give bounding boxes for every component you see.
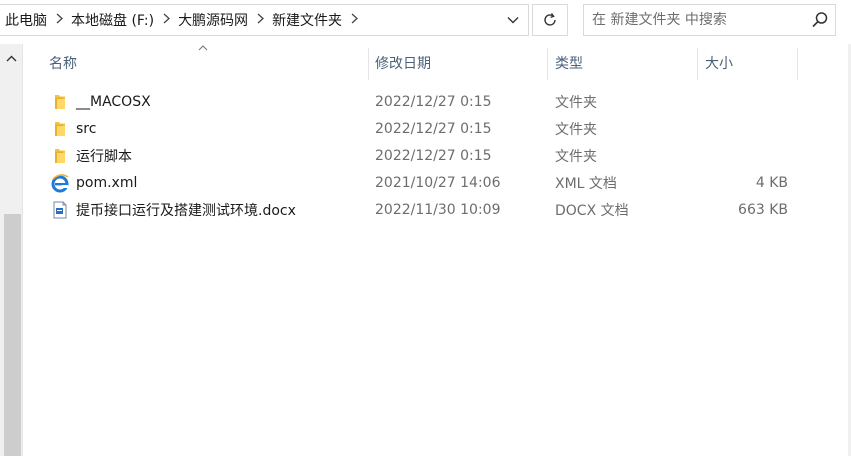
file-size: 663 KB xyxy=(738,201,788,218)
file-type: DOCX 文档 xyxy=(555,202,629,219)
column-divider[interactable] xyxy=(547,48,548,80)
chevron-right-icon[interactable] xyxy=(55,13,63,27)
ie-xml-icon xyxy=(51,174,69,193)
list-item[interactable]: __MACOSX 2022/12/27 0:15 文件夹 xyxy=(23,88,823,115)
refresh-button[interactable] xyxy=(532,4,568,36)
column-header: 名称 修改日期 类型 大小 xyxy=(23,44,851,82)
navigation-pane xyxy=(0,44,23,456)
refresh-icon xyxy=(544,13,556,26)
sort-ascending-icon xyxy=(198,44,208,54)
list-item[interactable]: 运行脚本 2022/12/27 0:15 文件夹 xyxy=(23,142,823,169)
column-divider[interactable] xyxy=(368,48,369,80)
column-size[interactable]: 大小 xyxy=(705,44,733,82)
file-type: 文件夹 xyxy=(555,148,597,165)
search-input[interactable] xyxy=(592,10,797,30)
chevron-right-icon[interactable] xyxy=(350,13,358,27)
file-type: XML 文档 xyxy=(555,175,617,192)
search-box[interactable] xyxy=(583,4,836,36)
folder-icon xyxy=(55,95,65,109)
search-icon[interactable] xyxy=(811,11,829,29)
file-name: 运行脚本 xyxy=(76,148,132,165)
folder-icon xyxy=(55,149,65,163)
chevron-down-icon xyxy=(507,17,519,24)
file-name: src xyxy=(76,120,97,137)
column-divider[interactable] xyxy=(797,48,798,80)
chevron-up-icon xyxy=(6,55,17,61)
file-date: 2022/11/30 10:09 xyxy=(375,201,501,218)
column-divider[interactable] xyxy=(697,48,698,80)
docx-icon xyxy=(53,201,67,219)
breadcrumb-item-drive[interactable]: 本地磁盘 (F:) xyxy=(71,10,154,30)
file-size: 4 KB xyxy=(755,174,788,191)
list-item[interactable]: src 2022/12/27 0:15 文件夹 xyxy=(23,115,823,142)
file-date: 2021/10/27 14:06 xyxy=(375,174,501,191)
file-type: 文件夹 xyxy=(555,121,597,138)
file-name: __MACOSX xyxy=(76,93,151,110)
address-history-dropdown[interactable] xyxy=(498,5,528,35)
column-name[interactable]: 名称 xyxy=(49,44,77,82)
breadcrumb-item-this-pc[interactable]: 此电脑 xyxy=(5,10,47,30)
file-date: 2022/12/27 0:15 xyxy=(375,147,492,164)
file-name: pom.xml xyxy=(76,174,138,191)
address-bar[interactable]: 此电脑 本地磁盘 (F:) 大鹏源码网 新建文件夹 xyxy=(0,4,529,36)
list-item[interactable]: 提币接口运行及搭建测试环境.docx 2022/11/30 10:09 DOCX… xyxy=(23,196,823,223)
column-type[interactable]: 类型 xyxy=(555,44,583,82)
chevron-right-icon[interactable] xyxy=(256,13,264,27)
list-item[interactable]: pom.xml 2021/10/27 14:06 XML 文档 4 KB xyxy=(23,169,823,196)
file-date: 2022/12/27 0:15 xyxy=(375,120,492,137)
folder-icon xyxy=(55,122,65,136)
breadcrumb: 此电脑 本地磁盘 (F:) 大鹏源码网 新建文件夹 xyxy=(5,5,366,35)
file-date: 2022/12/27 0:15 xyxy=(375,93,492,110)
scroll-up-button[interactable] xyxy=(0,48,23,68)
chevron-right-icon[interactable] xyxy=(162,13,170,27)
file-type: 文件夹 xyxy=(555,94,597,111)
breadcrumb-item-current[interactable]: 新建文件夹 xyxy=(272,10,342,30)
column-date[interactable]: 修改日期 xyxy=(375,44,431,82)
breadcrumb-item-folder-1[interactable]: 大鹏源码网 xyxy=(178,10,248,30)
file-name: 提币接口运行及搭建测试环境.docx xyxy=(76,202,296,219)
scrollbar-thumb[interactable] xyxy=(4,214,21,456)
